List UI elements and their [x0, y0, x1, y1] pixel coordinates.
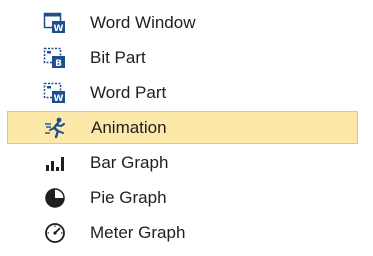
bar-graph-icon	[43, 151, 67, 175]
svg-text:W: W	[54, 24, 64, 34]
menu-item-word-part[interactable]: W Word Part	[7, 76, 358, 109]
menu-item-label: Bit Part	[90, 47, 146, 67]
menu-item-label: Bar Graph	[90, 152, 169, 172]
menu-item-meter-graph[interactable]: Meter Graph	[7, 216, 358, 249]
menu-item-label: Meter Graph	[90, 222, 186, 242]
insert-object-menu: W Word Window B Bit Part W Word Part Ani…	[0, 0, 373, 256]
menu-item-label: Word Part	[90, 82, 167, 102]
menu-item-bit-part[interactable]: B Bit Part	[7, 41, 358, 74]
svg-text:W: W	[54, 94, 64, 104]
bit-part-icon: B	[43, 46, 67, 70]
word-part-icon: W	[43, 81, 67, 105]
meter-graph-icon	[43, 221, 67, 245]
word-window-icon: W	[43, 11, 67, 35]
menu-item-label: Word Window	[90, 12, 196, 32]
menu-item-label: Animation	[91, 117, 167, 137]
menu-item-label: Pie Graph	[90, 187, 167, 207]
svg-text:B: B	[55, 59, 62, 69]
menu-item-bar-graph[interactable]: Bar Graph	[7, 146, 358, 179]
menu-item-animation[interactable]: Animation	[7, 111, 358, 144]
menu-item-word-window[interactable]: W Word Window	[7, 6, 358, 39]
animation-icon	[44, 116, 68, 140]
menu-item-pie-graph[interactable]: Pie Graph	[7, 181, 358, 214]
pie-graph-icon	[43, 186, 67, 210]
